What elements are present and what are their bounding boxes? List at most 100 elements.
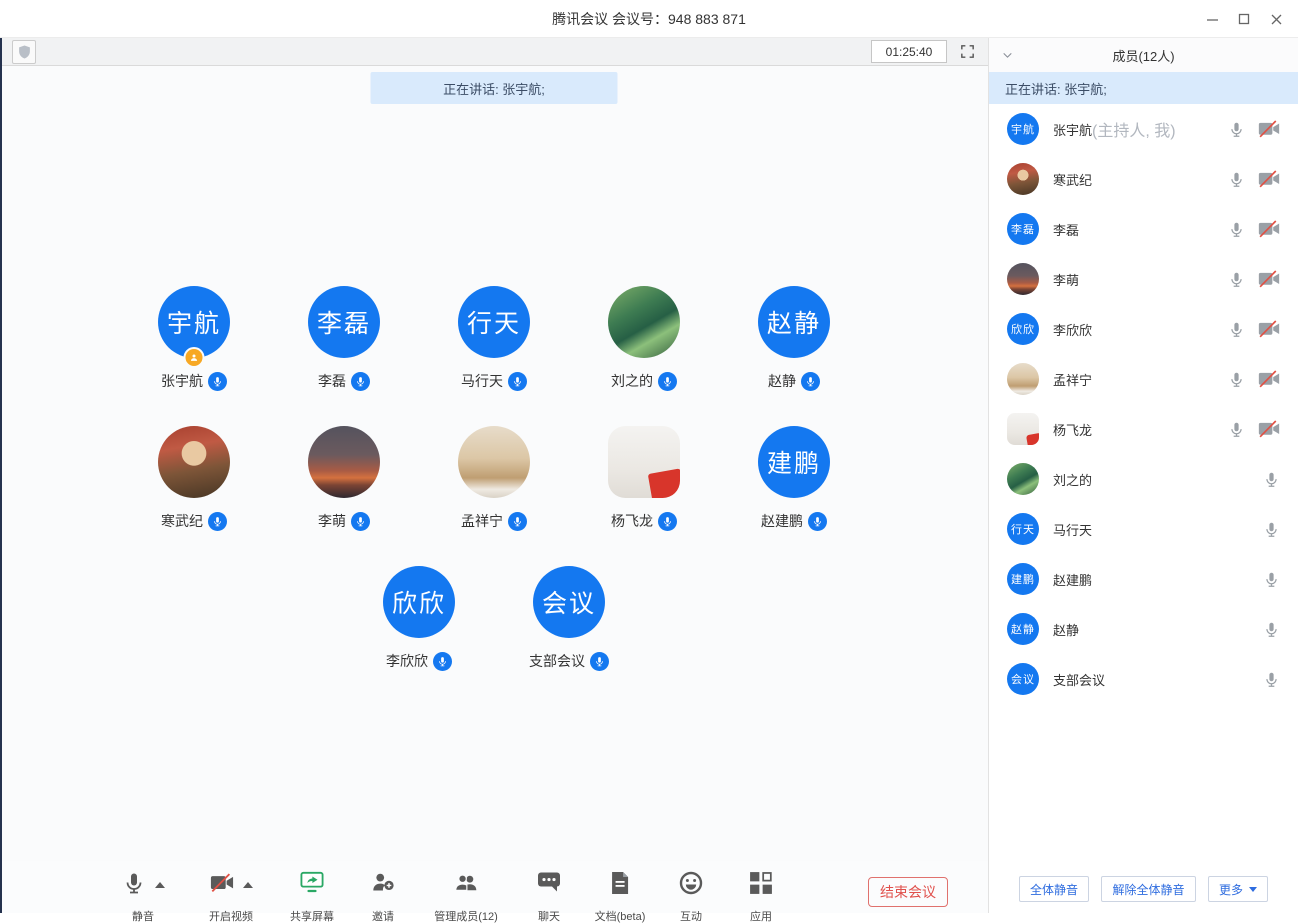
footer-button-label: 解除全体静音	[1112, 881, 1184, 898]
toolbar-items: 静音开启视频共享屏幕邀请管理成员(12) 聊天 文档(beta)互动应用	[100, 871, 796, 924]
participant-tile[interactable]: 李磊李磊	[289, 286, 399, 391]
mic-icon[interactable]	[1228, 371, 1245, 388]
member-name: 寒武纪	[1053, 170, 1092, 189]
camera-off-icon[interactable]	[1258, 220, 1280, 238]
sidebar-speaking-banner: 正在讲话: 张宇航;	[989, 72, 1298, 104]
member-avatar-photo	[1007, 163, 1039, 195]
caret-up-icon[interactable]	[243, 882, 253, 888]
mic-icon[interactable]	[1228, 271, 1245, 288]
avatar-initials: 建鹏	[767, 444, 821, 480]
avatar-initials: 会议	[1011, 671, 1035, 687]
footer-button-label: 全体静音	[1030, 881, 1078, 898]
participant-avatar: 欣欣	[383, 566, 455, 638]
participant-name-row: 李磊	[318, 371, 370, 391]
chevron-down-icon[interactable]	[1001, 49, 1014, 62]
member-row[interactable]: 会议 支部会议	[989, 654, 1298, 704]
member-row[interactable]: 孟祥宁	[989, 354, 1298, 404]
mic-icon[interactable]	[1228, 321, 1245, 338]
share-screen-button[interactable]: 共享屏幕	[276, 871, 348, 924]
participant-name-row: 支部会议	[529, 651, 609, 671]
reactions-button[interactable]: 互动	[656, 871, 726, 924]
participant-tile[interactable]: 杨飞龙	[589, 426, 699, 531]
participant-tile[interactable]: 李萌	[289, 426, 399, 531]
participant-tile[interactable]: 刘之的	[589, 286, 699, 391]
mic-icon[interactable]	[1228, 221, 1245, 238]
participant-tile[interactable]: 会议支部会议	[514, 566, 624, 671]
participant-name-row: 张宇航	[161, 371, 227, 391]
start-video-button[interactable]: 开启视频	[186, 871, 276, 924]
mic-icon[interactable]	[1263, 621, 1280, 638]
mic-icon[interactable]	[1263, 471, 1280, 488]
end-meeting-button[interactable]: 结束会议	[868, 877, 948, 907]
fullscreen-icon[interactable]	[959, 43, 976, 60]
apps-button[interactable]: 应用	[726, 871, 796, 924]
member-row[interactable]: 杨飞龙	[989, 404, 1298, 454]
participant-tile[interactable]: 欣欣李欣欣	[364, 566, 474, 671]
participant-row: 欣欣李欣欣会议支部会议	[0, 566, 988, 671]
toolbar-item-label: 聊天	[538, 908, 560, 924]
camera-off-icon[interactable]	[1258, 370, 1280, 388]
mic-icon[interactable]	[1263, 571, 1280, 588]
participant-tile[interactable]: 宇航张宇航	[139, 286, 249, 391]
invite-button[interactable]: 邀请	[348, 871, 418, 924]
mic-icon[interactable]	[1228, 421, 1245, 438]
participant-tile[interactable]: 建鹏赵建鹏	[739, 426, 849, 531]
member-row[interactable]: 刘之的	[989, 454, 1298, 504]
mute-all-button[interactable]: 全体静音	[1019, 876, 1089, 902]
camera-off-icon[interactable]	[1258, 420, 1280, 438]
security-shield-icon[interactable]	[12, 40, 36, 64]
participant-tile[interactable]: 行天马行天	[439, 286, 549, 391]
mic-on-icon	[808, 512, 827, 531]
participant-avatar-photo	[608, 426, 680, 498]
member-row[interactable]: 寒武纪	[989, 154, 1298, 204]
participant-name-row: 赵静	[768, 371, 820, 391]
participant-name-row: 刘之的	[611, 371, 677, 391]
document-icon	[610, 871, 630, 900]
participant-name-row: 寒武纪	[161, 511, 227, 531]
camera-off-icon[interactable]	[1258, 270, 1280, 288]
mic-on-icon	[508, 372, 527, 391]
minimize-button[interactable]	[1196, 4, 1228, 34]
member-name: 孟祥宁	[1053, 370, 1092, 389]
toolbar-icon-row	[537, 871, 561, 899]
mic-icon[interactable]	[1263, 671, 1280, 688]
toolbar-icon-row	[610, 871, 630, 899]
member-row[interactable]: 李萌	[989, 254, 1298, 304]
member-name: 支部会议	[1053, 670, 1105, 689]
manage-members-button[interactable]: 管理成员(12)	[418, 871, 514, 924]
mute-button[interactable]: 静音	[100, 871, 186, 924]
participant-tile[interactable]: 孟祥宁	[439, 426, 549, 531]
unmute-all-button[interactable]: 解除全体静音	[1101, 876, 1195, 902]
chat-icon	[537, 871, 561, 898]
mic-on-icon	[801, 372, 820, 391]
docs-button[interactable]: 文档(beta)	[584, 871, 656, 924]
more-button[interactable]: 更多	[1208, 876, 1268, 902]
avatar-initials: 会议	[542, 584, 596, 620]
members-panel-header: 成员(12人)	[989, 38, 1298, 72]
mic-icon[interactable]	[1228, 171, 1245, 188]
member-row[interactable]: 行天马行天	[989, 504, 1298, 554]
member-row[interactable]: 建鹏赵建鹏	[989, 554, 1298, 604]
member-row[interactable]: 赵静赵静	[989, 604, 1298, 654]
maximize-button[interactable]	[1228, 4, 1260, 34]
mic-icon[interactable]	[1263, 521, 1280, 538]
chat-button[interactable]: 聊天	[514, 871, 584, 924]
participant-name: 支部会议	[529, 651, 585, 671]
caret-up-icon[interactable]	[155, 882, 165, 888]
toolbar-icon-row	[749, 871, 773, 899]
camera-off-icon[interactable]	[1258, 320, 1280, 338]
member-row[interactable]: 欣欣李欣欣	[989, 304, 1298, 354]
camera-off-icon[interactable]	[1258, 170, 1280, 188]
participant-tile[interactable]: 寒武纪	[139, 426, 249, 531]
camera-off-icon[interactable]	[1258, 120, 1280, 138]
mic-icon[interactable]	[1228, 121, 1245, 138]
mic-on-icon	[658, 512, 677, 531]
close-button[interactable]	[1260, 4, 1292, 34]
member-row[interactable]: 李磊李磊	[989, 204, 1298, 254]
participant-tile[interactable]: 赵静赵静	[739, 286, 849, 391]
member-avatar-photo	[1007, 363, 1039, 395]
members-panel-footer: 全体静音 解除全体静音 更多	[989, 865, 1298, 913]
member-row[interactable]: 宇航张宇航(主持人, 我)	[989, 104, 1298, 154]
avatar-initials: 李磊	[1011, 221, 1035, 237]
member-avatar-photo	[1007, 463, 1039, 495]
